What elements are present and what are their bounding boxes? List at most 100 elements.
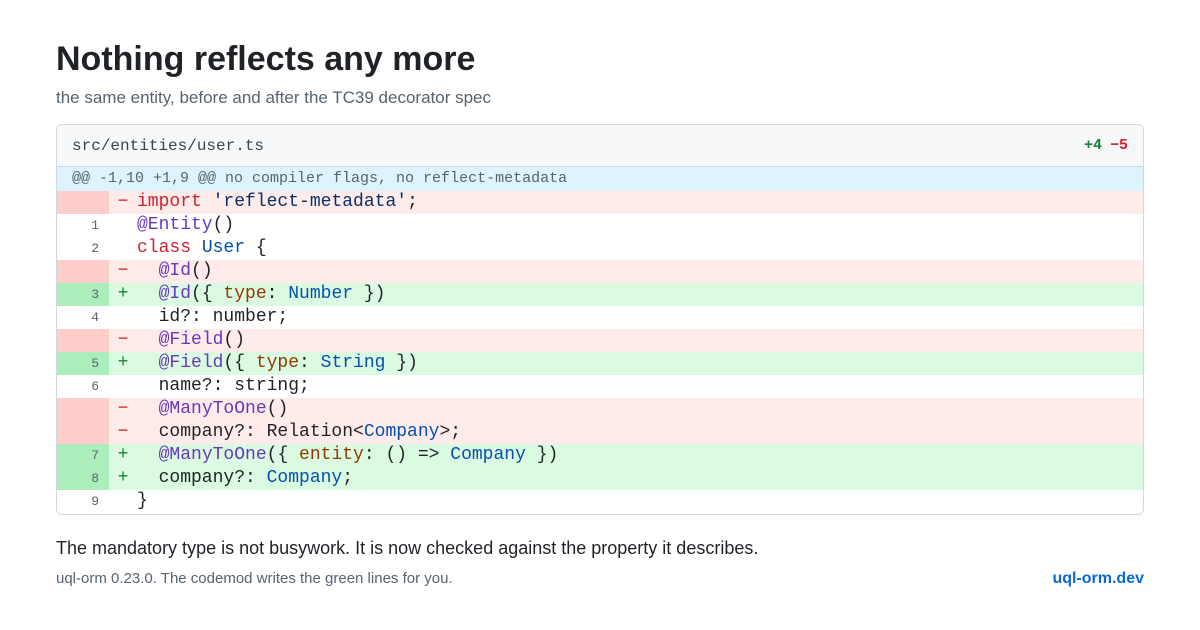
code-token: () — [191, 261, 213, 281]
diff-line-ctx: 9} — [57, 490, 1143, 514]
line-number — [57, 329, 109, 352]
code-text: @Entity() — [137, 214, 1143, 237]
code-token: () — [223, 330, 246, 350]
code-token: import — [137, 192, 202, 212]
deletions-count: −5 — [1109, 137, 1128, 154]
diff-lines: − import 'reflect-metadata'; 1 @Entity() 2 cl… — [57, 191, 1143, 514]
code-token: company?: Relation< — [137, 422, 364, 442]
code-text: @Id() — [137, 260, 1143, 283]
diff-line-ctx: 4 id?: number; — [57, 306, 1143, 329]
line-number: 5 — [57, 352, 109, 375]
code-token: entity — [299, 445, 364, 465]
content: Nothing reflects any more the same entit… — [56, 38, 1144, 589]
line-number: 9 — [57, 490, 109, 514]
minus-marker: − — [117, 330, 129, 350]
code-token: () — [266, 399, 289, 419]
code-text: @Field() — [137, 329, 1143, 352]
code-token: id?: number; — [137, 307, 289, 327]
footer: uql-orm 0.23.0. The codemod writes the g… — [56, 569, 1144, 589]
code-text: company?: Company; — [137, 467, 1143, 490]
diff-line-add: 7 + @ManyToOne({ entity: () => Company }) — [57, 444, 1143, 467]
file-name[interactable]: src/entities/user.ts — [72, 137, 264, 155]
diff-line-del: − @Id() — [57, 260, 1143, 283]
diff-file-header: src/entities/user.ts +4 −5 — [57, 125, 1143, 167]
code-token: ({ — [223, 353, 256, 373]
code-token: @Field — [158, 330, 224, 350]
line-number: 2 — [57, 237, 109, 260]
code-token: } — [137, 491, 148, 511]
line-number — [57, 191, 109, 214]
line-number: 8 — [57, 467, 109, 490]
code-token: Company — [266, 468, 343, 488]
plus-marker: + — [117, 468, 129, 488]
code-token: Company — [363, 422, 440, 442]
line-number — [57, 398, 109, 421]
caption-note: The mandatory type is not busywork. It i… — [56, 538, 759, 558]
code-token: @ManyToOne — [158, 399, 267, 419]
diff-line-del: − import 'reflect-metadata'; — [57, 191, 1143, 214]
diff-line-add: 5 + @Field({ type: String }) — [57, 352, 1143, 375]
line-number: 1 — [57, 214, 109, 237]
diff-line-del: − company?: Relation<Company>; — [57, 421, 1143, 444]
code-text: } — [137, 490, 1143, 514]
code-token: @Field — [158, 353, 224, 373]
line-number: 4 — [57, 306, 109, 329]
code-token: 'reflect-metadata' — [212, 192, 408, 212]
code-token: { — [245, 238, 267, 258]
code-text: company?: Relation<Company>; — [137, 421, 1143, 444]
code-token: ({ — [191, 284, 224, 304]
code-token: : () => — [363, 445, 451, 465]
minus-marker: − — [117, 261, 129, 281]
diff-line-ctx: 6 name?: string; — [57, 375, 1143, 398]
code-token: ({ — [266, 445, 300, 465]
additions-count: +4 — [1083, 137, 1102, 154]
diff-line-add: 8 + company?: Company; — [57, 467, 1143, 490]
plus-marker: + — [117, 445, 129, 465]
code-token: @Entity — [137, 215, 213, 235]
code-token: }) — [385, 353, 418, 373]
code-token: Company — [450, 445, 526, 465]
diff-stats: +4 −5 — [1084, 137, 1128, 154]
code-text: import 'reflect-metadata'; — [137, 191, 1143, 214]
code-token: String — [320, 353, 386, 373]
diff-line-add: 3 + @Id({ type: Number }) — [57, 283, 1143, 306]
code-token: company?: — [137, 468, 267, 488]
diff-line-ctx: 1 @Entity() — [57, 214, 1143, 237]
code-token: @ManyToOne — [158, 445, 267, 465]
code-token: User — [201, 238, 246, 258]
diff-view: src/entities/user.ts +4 −5 @@ -1,10 +1,9 … — [56, 124, 1144, 515]
minus-marker: − — [117, 192, 129, 212]
line-number: 3 — [57, 283, 109, 306]
minus-marker: − — [117, 399, 129, 419]
code-token: Number — [288, 284, 354, 304]
diff-line-del: − @Field() — [57, 329, 1143, 352]
context-marker — [109, 306, 137, 329]
code-text: @ManyToOne({ entity: () => Company }) — [137, 444, 1143, 467]
line-number: 6 — [57, 375, 109, 398]
code-token: }) — [353, 284, 386, 304]
code-text: id?: number; — [137, 306, 1143, 329]
context-marker — [109, 237, 137, 260]
page-subtitle: the same entity, before and after the TC… — [56, 88, 492, 107]
code-token: }) — [525, 445, 559, 465]
code-token: name?: string; — [137, 376, 310, 396]
diff-line-ctx: 2 class User { — [57, 237, 1143, 260]
code-token: @Id — [158, 261, 192, 281]
code-text: @ManyToOne() — [137, 398, 1143, 421]
code-token: ; — [407, 192, 418, 212]
line-number — [57, 260, 109, 283]
code-text: @Field({ type: String }) — [137, 352, 1143, 375]
site-link[interactable]: uql-orm.dev — [1052, 569, 1144, 589]
code-token: : — [299, 353, 321, 373]
footer-note: uql-orm 0.23.0. The codemod writes the g… — [56, 570, 453, 587]
code-token: type — [223, 284, 267, 304]
plus-marker: + — [117, 284, 129, 304]
diff-line-del: − @ManyToOne() — [57, 398, 1143, 421]
code-text: name?: string; — [137, 375, 1143, 398]
